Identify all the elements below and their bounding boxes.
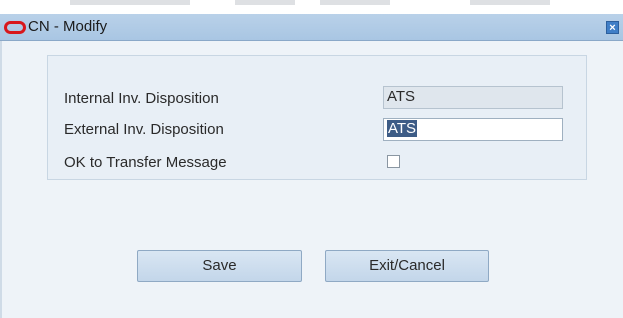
save-button[interactable]: Save [137,250,302,282]
internal-disposition-field: ATS [383,86,563,109]
ok-transfer-label: OK to Transfer Message [64,154,227,171]
external-disposition-value: ATS [387,120,418,137]
internal-disposition-label: Internal Inv. Disposition [64,90,219,107]
background-text-fragment [235,0,295,5]
ok-transfer-checkbox[interactable] [387,155,400,168]
external-disposition-field[interactable]: ATS [383,118,563,141]
close-button[interactable]: × [606,21,619,34]
dialog-left-edge [0,41,2,318]
background-text-fragment [70,0,190,5]
internal-disposition-value: ATS [387,88,416,105]
dialog-title: CN - Modify [28,18,108,35]
dialog-titlebar: CN - Modify × [0,14,623,41]
exit-cancel-button[interactable]: Exit/Cancel [325,250,489,282]
background-text-fragment [320,0,390,5]
oracle-icon [4,21,26,34]
background-app-strip [0,0,623,14]
external-disposition-label: External Inv. Disposition [64,121,224,138]
background-text-fragment [470,0,550,5]
